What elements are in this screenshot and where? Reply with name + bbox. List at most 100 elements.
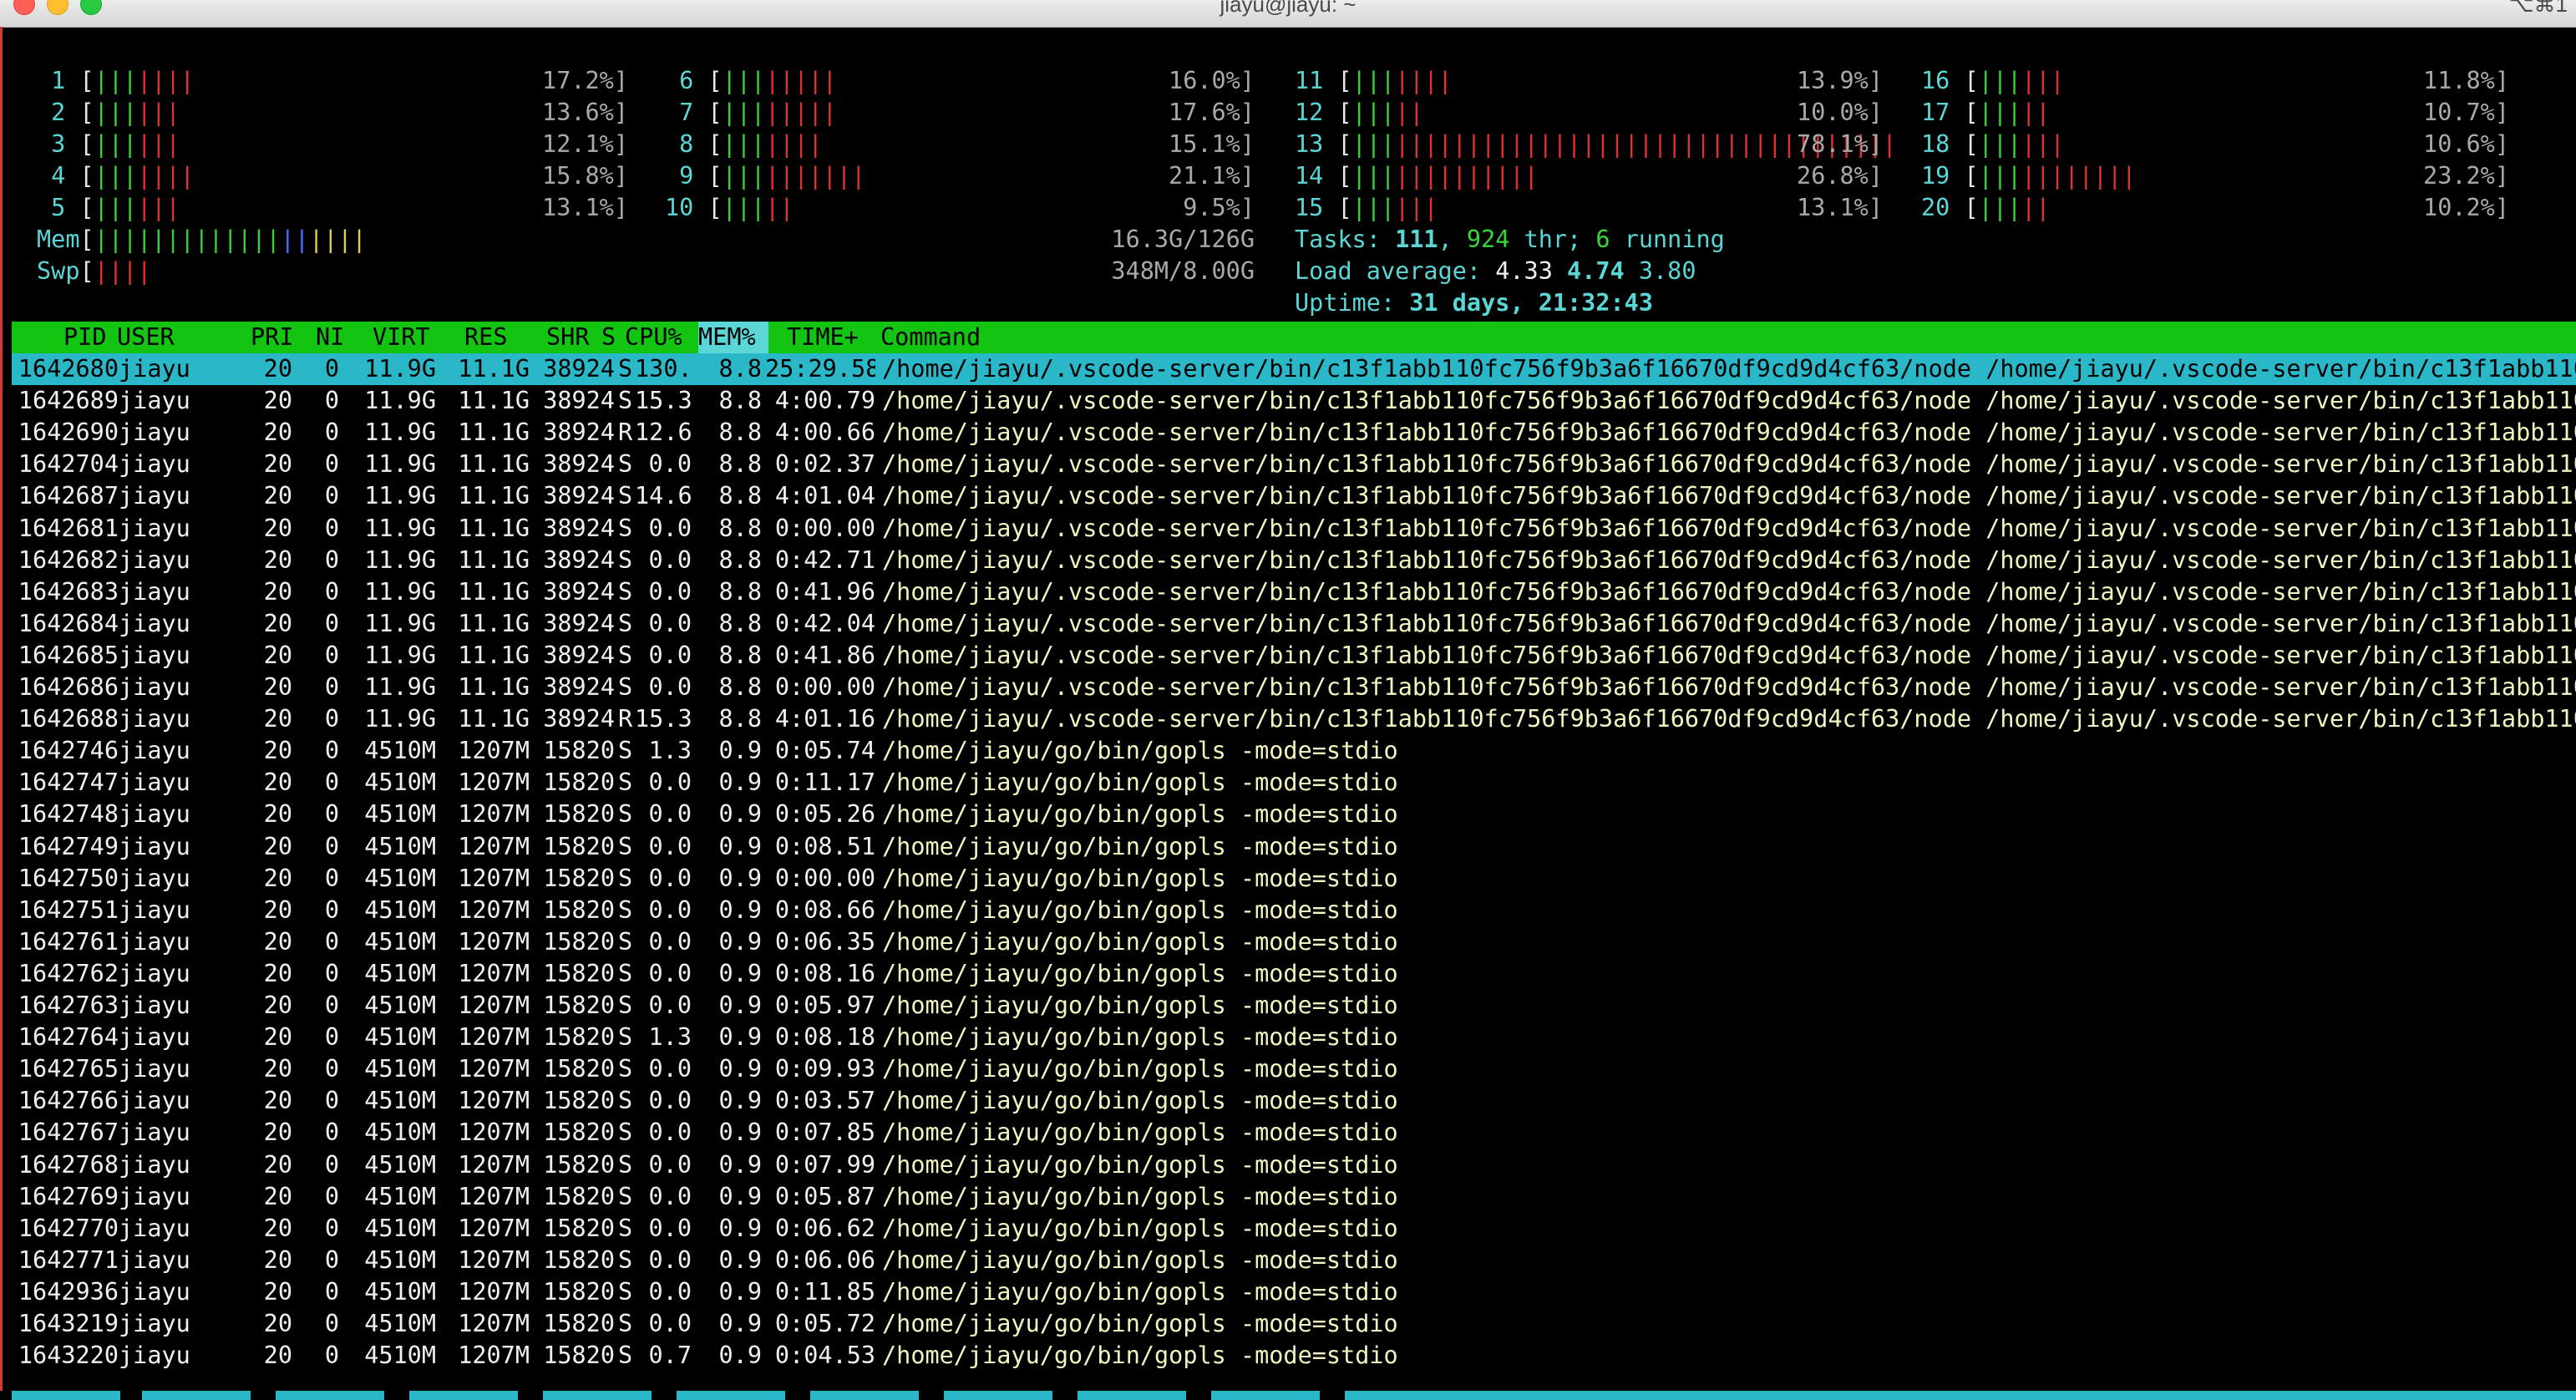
col-shr[interactable]: SHR [546,322,589,353]
cell-ni: 0 [324,1023,339,1052]
process-row[interactable]: 1642771 jiayu 20 0 4510M 1207M 15820 S 0.0 0.9 0:0… [12,1245,2576,1276]
cell-cpu: 0.0 [648,545,692,574]
col-virt[interactable]: VIRT [373,322,430,353]
col-command[interactable]: Command [880,322,981,353]
col-time[interactable]: TIME+ [787,322,859,353]
cell-cpu: 0.0 [648,673,692,701]
process-row[interactable]: 1642686 jiayu 20 0 11.9G 11.1G 38924 S 0.0 8.8 0:0… [12,672,2576,703]
process-row[interactable]: 1642766 jiayu 20 0 4510M 1207M 15820 S 0.0 0.9 0:0… [12,1085,2576,1117]
cell-cmd: /home/jiayu/go/bin/gopls -mode=stdio [882,832,1398,860]
cell-time: 0:42.04 [774,609,875,637]
cell-s: S [618,1055,633,1083]
process-row[interactable]: 1642770 jiayu 20 0 4510M 1207M 15820 S 0.0 0.9 0:0… [12,1213,2576,1245]
cell-shr: 15820 [543,1182,615,1210]
process-row[interactable]: 1643220 jiayu 20 0 4510M 1207M 15820 S 0.7 0.9 0:0… [12,1340,2576,1372]
process-row[interactable]: 1642682 jiayu 20 0 11.9G 11.1G 38924 S 0.0 8.8 0:4… [12,545,2576,576]
process-row[interactable]: 1642748 jiayu 20 0 4510M 1207M 15820 S 0.0 0.9 0:0… [12,799,2576,830]
cpu-meter: 2 [|||||| [37,99,180,126]
cell-pid: 1642769 [18,1182,119,1210]
cell-virt: 11.9G [364,545,436,574]
process-row[interactable]: 1642936 jiayu 20 0 4510M 1207M 15820 S 0.0 0.9 0:1… [12,1276,2576,1308]
col-pid[interactable]: PID [63,322,106,353]
cpu-id: 12 [1295,99,1338,126]
cell-pid: 1642680 [18,355,119,383]
process-row[interactable]: 1642765 jiayu 20 0 4510M 1207M 15820 S 0.0 0.9 0:0… [12,1053,2576,1085]
cell-ni: 0 [324,641,339,669]
cell-shr: 15820 [543,1150,615,1179]
col-pri[interactable]: PRI [251,322,293,353]
cell-virt: 4510M [364,832,436,860]
cell-cmd: /home/jiayu/go/bin/gopls -mode=stdio [882,1245,1398,1274]
cell-cpu: 0.0 [648,992,692,1019]
cpu-meter: 10 [||||| [665,194,794,221]
process-row[interactable]: 1642746 jiayu 20 0 4510M 1207M 15820 S 1.3 0.9 0:0… [12,735,2576,767]
cell-cpu: 15.3 [635,705,692,733]
process-row[interactable]: 1642683 jiayu 20 0 11.9G 11.1G 38924 S 0.0 8.8 0:4… [12,576,2576,608]
cell-cpu: 0.0 [648,577,692,606]
process-row[interactable]: 1642761 jiayu 20 0 4510M 1207M 15820 S 0.0 0.9 0:0… [12,926,2576,958]
process-row[interactable]: 1642704 jiayu 20 0 11.9G 11.1G 38924 S 0.0 8.8 0:0… [12,449,2576,480]
cell-cmd: /home/jiayu/.vscode-server/bin/c13f1abb1… [882,705,2576,733]
cell-user: jiayu [119,1023,190,1052]
cpu-bar-system: ||| [2021,67,2065,94]
process-row[interactable]: 1642688 jiayu 20 0 11.9G 11.1G 38924 R 15.3 8.8 4:… [12,703,2576,735]
cell-pri: 20 [263,577,292,606]
process-row[interactable]: 1642768 jiayu 20 0 4510M 1207M 15820 S 0.0 0.9 0:0… [12,1149,2576,1181]
cpu-bar-user: ||| [722,99,766,126]
process-row[interactable]: 1642680 jiayu 20 0 11.9G 11.1G 38924 S 130. 8.8 25… [12,353,2576,385]
process-row[interactable]: 1642763 jiayu 20 0 4510M 1207M 15820 S 0.0 0.9 0:0… [12,990,2576,1022]
process-row[interactable]: 1642751 jiayu 20 0 4510M 1207M 15820 S 0.0 0.9 0:0… [12,895,2576,926]
process-row[interactable]: 1642747 jiayu 20 0 4510M 1207M 15820 S 0.0 0.9 0:1… [12,767,2576,799]
cell-time: 4:01.04 [774,482,875,510]
cell-cmd: /home/jiayu/go/bin/gopls -mode=stdio [882,1310,1398,1337]
cell-time: 0:08.51 [774,832,875,860]
cell-pid: 1642749 [18,832,119,860]
cpu-bar-user: ||| [1351,162,1396,190]
cell-pid: 1642688 [18,705,119,733]
cell-s: S [618,1023,633,1052]
process-table-header[interactable]: PID USER PRI NI VIRT RES SHR S CPU% MEM%… [12,322,2576,353]
cell-pid: 1642764 [18,1023,119,1052]
process-row[interactable]: 1642750 jiayu 20 0 4510M 1207M 15820 S 0.0 0.9 0:0… [12,863,2576,895]
process-row[interactable]: 1642769 jiayu 20 0 4510M 1207M 15820 S 0.0 0.9 0:0… [12,1181,2576,1213]
col-user[interactable]: USER [117,322,175,353]
cell-mem: 0.9 [718,1150,762,1179]
cell-pid: 1642767 [18,1118,119,1147]
cpu-id: 9 [665,162,708,190]
cell-ni: 0 [324,864,339,892]
cpu-percent: 10.2%] [2423,194,2509,221]
cell-pid: 1642768 [18,1150,119,1179]
cell-shr: 15820 [543,832,615,860]
process-row[interactable]: 1642767 jiayu 20 0 4510M 1207M 15820 S 0.0 0.9 0:0… [12,1117,2576,1149]
cell-cpu: 0.0 [648,1310,692,1337]
process-row[interactable]: 1642764 jiayu 20 0 4510M 1207M 15820 S 1.3 0.9 0:0… [12,1022,2576,1053]
cell-user: jiayu [119,482,190,510]
cpu-meter: 11 [||||||| [1295,67,1453,94]
cell-ni: 0 [324,545,339,574]
cell-virt: 4510M [364,800,436,829]
process-row[interactable]: 1642689 jiayu 20 0 11.9G 11.1G 38924 S 15.3 8.8 4:… [12,385,2576,417]
cell-pid: 1642686 [18,673,119,701]
cell-mem: 0.9 [718,1182,762,1210]
cell-mem: 0.9 [718,1023,762,1052]
col-res[interactable]: RES [464,322,507,353]
process-row[interactable]: 1642687 jiayu 20 0 11.9G 11.1G 38924 S 14.6 8.8 4:… [12,480,2576,512]
tasks-label: Tasks: [1295,226,1396,253]
cell-pri: 20 [263,1182,292,1210]
process-row[interactable]: 1643219 jiayu 20 0 4510M 1207M 15820 S 0.0 0.9 0:0… [12,1308,2576,1340]
cell-s: S [618,641,633,669]
cpu-bar-user: ||| [1978,99,2022,126]
process-row[interactable]: 1642685 jiayu 20 0 11.9G 11.1G 38924 S 0.0 8.8 0:4… [12,640,2576,672]
process-row[interactable]: 1642681 jiayu 20 0 11.9G 11.1G 38924 S 0.0 8.8 0:0… [12,513,2576,545]
process-row[interactable]: 1642762 jiayu 20 0 4510M 1207M 15820 S 0.0 0.9 0:0… [12,958,2576,990]
col-ni[interactable]: NI [316,322,344,353]
process-row[interactable]: 1642684 jiayu 20 0 11.9G 11.1G 38924 S 0.0 8.8 0:4… [12,608,2576,640]
col-state[interactable]: S [601,322,616,353]
cell-virt: 4510M [364,864,436,892]
cell-pri: 20 [263,959,292,987]
process-row[interactable]: 1642690 jiayu 20 0 11.9G 11.1G 38924 R 12.6 8.8 4:… [12,417,2576,449]
col-cpu[interactable]: CPU% [625,322,682,353]
cell-time: 4:00.66 [774,418,875,447]
col-mem[interactable]: MEM% [698,322,756,353]
process-row[interactable]: 1642749 jiayu 20 0 4510M 1207M 15820 S 0.0 0.9 0:0… [12,831,2576,863]
